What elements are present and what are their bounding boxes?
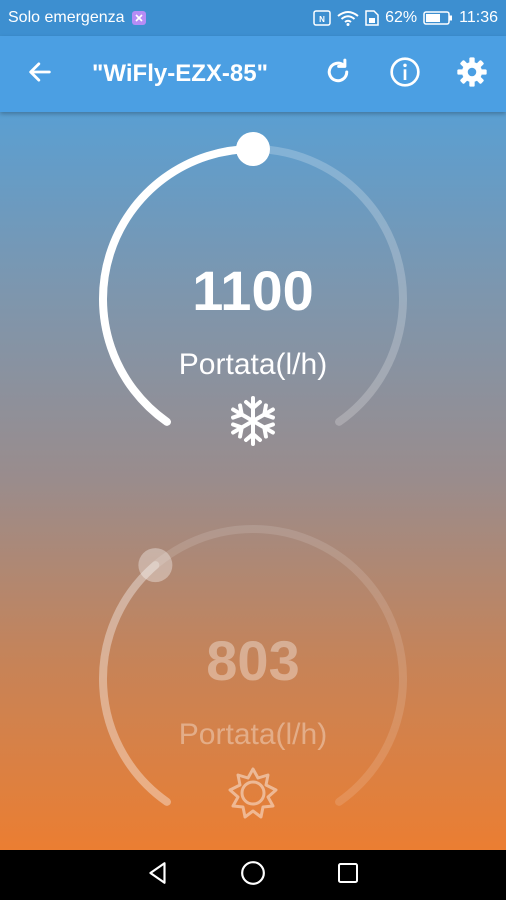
settings-gear-icon xyxy=(456,56,488,92)
heating-flow-value: 803 xyxy=(206,629,300,692)
carrier-text: Solo emergenza xyxy=(8,9,125,26)
cooling-dial-knob[interactable] xyxy=(236,132,270,166)
svg-text:N: N xyxy=(319,15,325,24)
device-title: "WiFly-EZX-85" xyxy=(92,60,268,87)
main-content: 1100 Portata(l/h) 803 Portata(l/h) xyxy=(0,112,506,850)
snowflake-icon xyxy=(226,394,280,448)
back-arrow-icon xyxy=(26,58,54,90)
info-button[interactable] xyxy=(377,36,433,112)
battery-icon xyxy=(423,10,453,26)
heating-flow-dial[interactable]: 803 Portata(l/h) xyxy=(80,506,426,852)
sun-icon xyxy=(226,766,280,820)
nav-recents-icon xyxy=(336,861,360,889)
clock-text: 11:36 xyxy=(459,9,498,26)
nav-back-button[interactable] xyxy=(138,855,178,895)
battery-percent: 62% xyxy=(385,9,418,26)
refresh-icon xyxy=(323,57,353,91)
notification-icon xyxy=(131,10,147,26)
nav-recents-button[interactable] xyxy=(328,855,368,895)
app-bar: "WiFly-EZX-85" xyxy=(0,36,506,112)
cooling-flow-label: Portata(l/h) xyxy=(178,348,328,381)
cooling-flow-dial[interactable]: 1100 Portata(l/h) xyxy=(80,126,426,472)
system-nav-bar xyxy=(0,850,506,900)
cooling-flow-value: 1100 xyxy=(192,259,314,322)
refresh-button[interactable] xyxy=(310,36,366,112)
nav-home-button[interactable] xyxy=(233,855,273,895)
nav-back-icon xyxy=(145,860,171,890)
status-bar: Solo emergenza N 62% 11:36 xyxy=(0,0,506,36)
nav-home-icon xyxy=(240,860,266,890)
wifi-icon xyxy=(337,10,359,26)
heating-flow-label: Portata(l/h) xyxy=(178,718,328,751)
settings-button[interactable] xyxy=(444,36,500,112)
nfc-icon: N xyxy=(313,10,331,26)
sim-icon xyxy=(365,10,379,26)
info-icon xyxy=(389,56,421,92)
heating-dial-knob[interactable] xyxy=(138,548,173,583)
